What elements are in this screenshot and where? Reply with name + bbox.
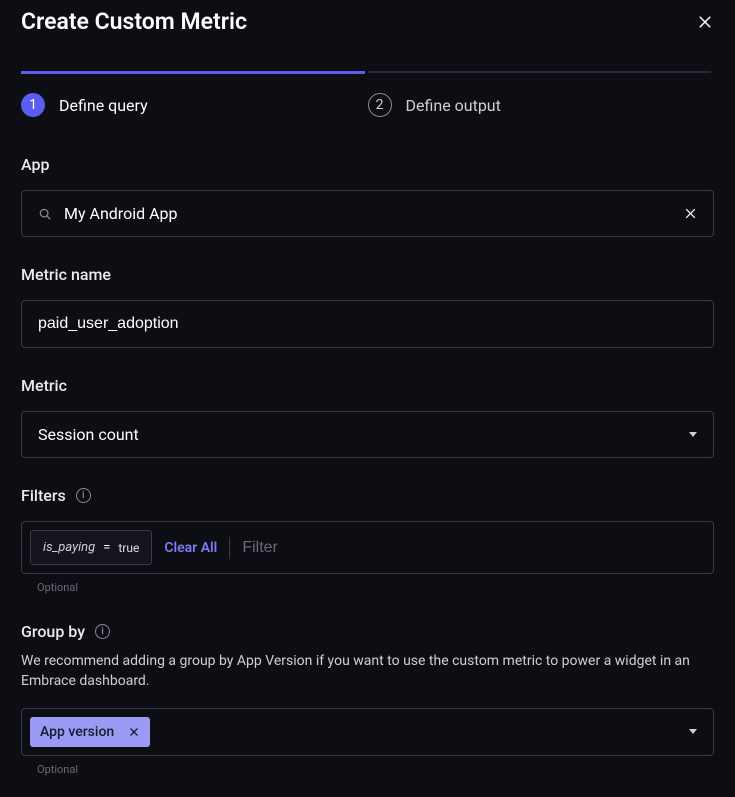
optional-hint: Optional bbox=[37, 763, 714, 776]
chevron-down-icon bbox=[689, 432, 697, 437]
info-icon[interactable]: i bbox=[76, 488, 91, 503]
app-field-label: App bbox=[21, 155, 714, 174]
clear-app-icon[interactable] bbox=[684, 207, 697, 220]
filter-input[interactable] bbox=[242, 539, 705, 557]
info-icon[interactable]: i bbox=[95, 624, 110, 639]
optional-hint: Optional bbox=[37, 581, 714, 594]
group-by-hint: We recommend adding a group by App Versi… bbox=[21, 651, 714, 692]
remove-chip-icon[interactable] bbox=[128, 726, 140, 738]
filter-op: = bbox=[103, 540, 110, 555]
group-by-label: Group by i bbox=[21, 622, 714, 641]
step-define-output[interactable]: 2 Define output bbox=[368, 71, 715, 117]
chevron-down-icon bbox=[689, 729, 697, 734]
divider bbox=[229, 537, 230, 559]
metric-name-label: Metric name bbox=[21, 265, 714, 284]
step-define-query[interactable]: 1 Define query bbox=[21, 71, 368, 117]
step-number: 1 bbox=[21, 93, 45, 117]
close-icon[interactable] bbox=[696, 13, 714, 31]
filters-label: Filters i bbox=[21, 486, 714, 505]
stepper: 1 Define query 2 Define output bbox=[21, 71, 714, 117]
group-by-select[interactable]: App version bbox=[21, 708, 714, 756]
metric-select[interactable]: Session count bbox=[21, 411, 714, 458]
filter-val: true bbox=[118, 541, 139, 555]
group-chip-label: App version bbox=[40, 724, 114, 740]
modal-title: Create Custom Metric bbox=[21, 8, 247, 35]
step-label: Define output bbox=[406, 96, 501, 115]
step-label: Define query bbox=[59, 96, 148, 115]
metric-label: Metric bbox=[21, 376, 714, 395]
filter-chip[interactable]: is_paying = true bbox=[30, 530, 152, 565]
clear-all-button[interactable]: Clear All bbox=[164, 540, 217, 556]
app-select[interactable]: My Android App bbox=[21, 190, 714, 237]
filter-key: is_paying bbox=[43, 540, 95, 555]
filters-row: is_paying = true Clear All bbox=[21, 521, 714, 574]
search-icon bbox=[38, 207, 52, 221]
app-value: My Android App bbox=[64, 204, 672, 223]
step-number: 2 bbox=[368, 93, 392, 117]
metric-value: Session count bbox=[38, 425, 139, 444]
group-chip: App version bbox=[30, 717, 150, 747]
metric-name-input[interactable] bbox=[21, 300, 714, 348]
